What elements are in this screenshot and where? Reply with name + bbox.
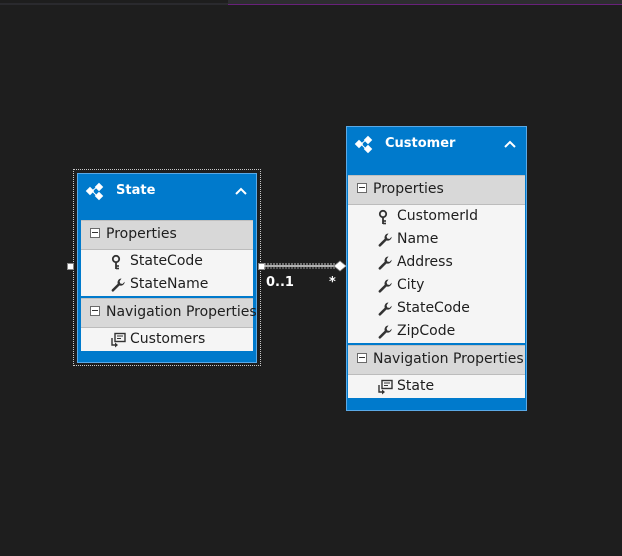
property-name: City	[397, 277, 425, 293]
tab-strip-background	[228, 0, 622, 5]
key-icon	[378, 209, 388, 225]
property-row[interactable]: StateCode	[348, 297, 525, 320]
collapse-chevron-icon[interactable]	[234, 186, 248, 196]
resize-handle-left[interactable]	[67, 263, 74, 270]
property-name: StateCode	[130, 253, 203, 269]
property-row[interactable]: ZipCode	[348, 320, 525, 343]
navigation-property-name: Customers	[130, 331, 206, 347]
collapse-toggle-icon[interactable]	[357, 353, 367, 363]
wrench-icon	[378, 325, 392, 339]
navigation-property-row[interactable]: Customers	[81, 328, 253, 351]
properties-section-header[interactable]: Properties	[81, 220, 253, 250]
multiplicity-customer-end: *	[329, 275, 336, 290]
properties-list: StateCode StateName	[81, 250, 253, 296]
wrench-icon	[111, 278, 125, 292]
navigation-section-header[interactable]: Navigation Properties	[348, 345, 525, 375]
collapse-toggle-icon[interactable]	[357, 183, 367, 193]
property-row[interactable]: CustomerId	[348, 205, 525, 228]
properties-section-header[interactable]: Properties	[348, 175, 525, 205]
properties-list: CustomerId Name Address City StateCode Z…	[348, 205, 525, 343]
customer-entity[interactable]: Customer Properties CustomerId Name Addr…	[346, 126, 527, 411]
navigation-list: Customers	[81, 328, 253, 351]
property-row[interactable]: Address	[348, 251, 525, 274]
property-row[interactable]: City	[348, 274, 525, 297]
editor-tab-strip	[0, 0, 622, 5]
entity-header[interactable]: State	[78, 174, 256, 220]
navigation-list: State	[348, 375, 525, 398]
collapse-toggle-icon[interactable]	[90, 228, 100, 238]
navigation-section-header[interactable]: Navigation Properties	[81, 298, 257, 328]
wrench-icon	[378, 256, 392, 270]
wrench-icon	[378, 279, 392, 293]
navigation-property-icon	[111, 332, 126, 348]
entity-title: Customer	[385, 136, 456, 151]
section-label: Navigation Properties	[373, 351, 524, 367]
multiplicity-state-end: 0..1	[266, 275, 294, 290]
section-label: Navigation Properties	[106, 304, 257, 320]
collapse-chevron-icon[interactable]	[503, 139, 517, 149]
property-row[interactable]: StateCode	[81, 250, 253, 273]
entity-header[interactable]: Customer	[347, 127, 526, 173]
entity-title: State	[116, 183, 156, 198]
editor-tab[interactable]	[0, 0, 228, 3]
navigation-property-name: State	[397, 378, 435, 394]
property-name: Name	[397, 231, 439, 247]
section-label: Properties	[106, 226, 177, 242]
navigation-property-row[interactable]: State	[348, 375, 525, 398]
entity-icon	[85, 182, 104, 201]
property-row[interactable]: Name	[348, 228, 525, 251]
property-name: ZipCode	[397, 323, 456, 339]
property-name: StateName	[130, 276, 209, 292]
property-name: StateCode	[397, 300, 470, 316]
entity-icon	[354, 135, 373, 154]
section-label: Properties	[373, 181, 444, 197]
collapse-toggle-icon[interactable]	[90, 306, 100, 316]
navigation-property-icon	[378, 379, 393, 395]
property-name: Address	[397, 254, 453, 270]
property-row[interactable]: StateName	[81, 273, 253, 296]
wrench-icon	[378, 233, 392, 247]
property-name: CustomerId	[397, 208, 479, 224]
wrench-icon	[378, 302, 392, 316]
state-entity[interactable]: State Properties StateCode StateName Nav…	[77, 173, 257, 363]
key-icon	[111, 254, 121, 270]
